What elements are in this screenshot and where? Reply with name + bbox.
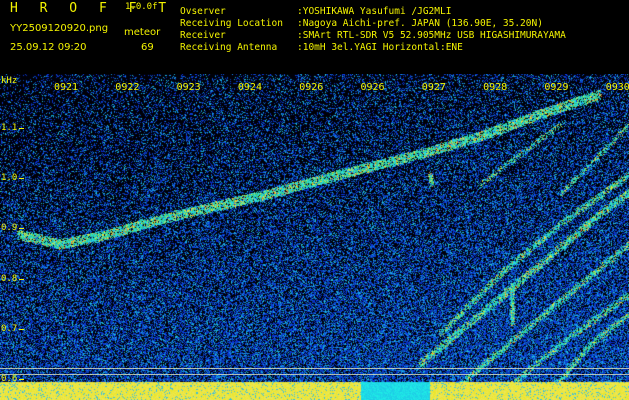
info-row-location: Receiving Location :Nagoya Aichi-pref. JA… bbox=[180, 19, 543, 29]
x-tick-label: 0929 bbox=[544, 82, 569, 93]
y-tick-mark bbox=[19, 128, 24, 129]
x-tick-label: 0923 bbox=[176, 82, 201, 93]
filename-label: YY2509120920.png bbox=[10, 23, 109, 34]
y-tick-label: 0.6 bbox=[1, 374, 18, 384]
x-tick-label: 0924 bbox=[237, 82, 262, 93]
info-value: :Nagoya Aichi-pref. JAPAN (136.90E, 35.2… bbox=[297, 18, 543, 29]
y-tick-label: 1.0 bbox=[1, 173, 18, 184]
meteor-label: meteor bbox=[124, 27, 161, 38]
x-tick-label: 0928 bbox=[483, 82, 508, 93]
y-tick-label: 0.9 bbox=[1, 223, 18, 234]
x-tick-label: 0926 bbox=[360, 82, 385, 93]
hroft-screenshot: H R O F F T 1.0.0f YY2509120920.png 25.0… bbox=[0, 0, 629, 400]
spectrogram-overlay: kHz 1.1 1.0 0.9 0.8 0.7 0.6 0921 0922 0923 0924 09… bbox=[0, 74, 629, 400]
spectrogram-area: kHz 1.1 1.0 0.9 0.8 0.7 0.6 0921 0922 0923 0924 09… bbox=[0, 74, 629, 400]
x-tick-label: 0922 bbox=[115, 82, 140, 93]
y-tick-mark bbox=[19, 379, 24, 380]
y-tick-label: 1.1 bbox=[1, 123, 18, 133]
datetime-label: 25.09.12 09:20 bbox=[10, 42, 87, 53]
header-panel: H R O F F T 1.0.0f YY2509120920.png 25.0… bbox=[0, 0, 629, 74]
y-tick-label: 0.7 bbox=[1, 323, 18, 334]
version-label: 1.0.0f bbox=[125, 2, 158, 12]
x-tick-label: 0926 bbox=[299, 82, 324, 93]
info-value: :10mH 3el.YAGI Horizontal:ENE bbox=[297, 42, 463, 53]
reference-line bbox=[0, 374, 629, 375]
y-tick-mark bbox=[19, 178, 24, 180]
info-value: :YOSHIKAWA Yasufumi /JG2MLI bbox=[297, 6, 452, 17]
meteor-count: 69 bbox=[141, 42, 154, 53]
x-tick-label: 0927 bbox=[421, 82, 446, 93]
info-row-observer: Ovserver :YOSHIKAWA Yasufumi /JG2MLI bbox=[180, 7, 451, 17]
info-key: Receiving Location bbox=[180, 18, 283, 29]
y-tick-mark bbox=[19, 228, 24, 230]
reference-line bbox=[0, 368, 629, 369]
info-key: Receiver bbox=[180, 30, 226, 41]
info-key: Receiving Antenna bbox=[180, 42, 278, 53]
y-tick-label: 0.8 bbox=[1, 273, 18, 284]
info-key: Ovserver bbox=[180, 6, 226, 17]
y-tick-mark bbox=[19, 328, 24, 330]
y-axis-unit-label: kHz bbox=[1, 76, 18, 86]
x-tick-label: 0930 bbox=[605, 82, 629, 93]
x-tick-label: 0921 bbox=[54, 82, 79, 93]
info-value: :SMArt RTL-SDR V5 52.905MHz USB HIGASHIM… bbox=[297, 30, 566, 41]
y-tick-mark bbox=[19, 278, 24, 280]
info-row-receiver: Receiver :SMArt RTL-SDR V5 52.905MHz USB … bbox=[180, 31, 566, 41]
info-row-antenna: Receiving Antenna :10mH 3el.YAGI Horizont… bbox=[180, 43, 463, 53]
